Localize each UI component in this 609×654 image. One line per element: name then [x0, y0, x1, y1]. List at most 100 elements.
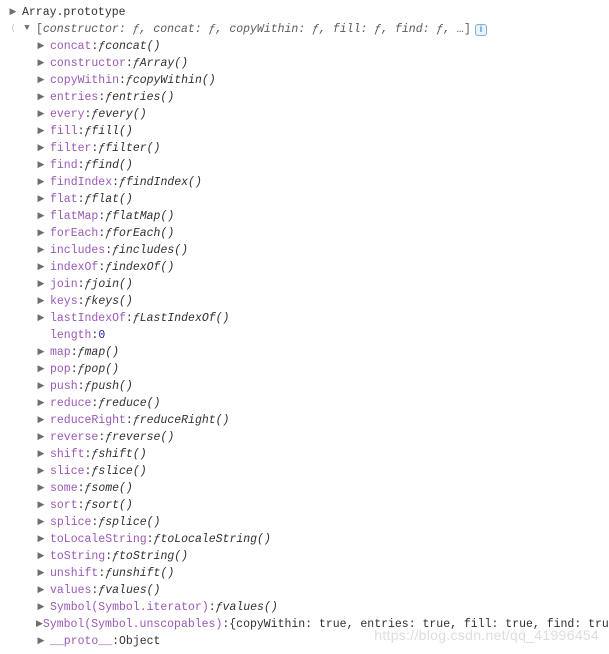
chevron-right-icon[interactable]: ▶ — [36, 412, 46, 429]
chevron-right-icon[interactable]: ▶ — [36, 293, 46, 310]
property-row-symbol[interactable]: ▶ Symbol(Symbol.iterator): ƒ values() — [8, 599, 601, 616]
chevron-right-icon[interactable]: ▶ — [36, 565, 46, 582]
chevron-right-icon[interactable]: ▶ — [36, 55, 46, 72]
property-row[interactable]: ▶ fill: ƒ fill() — [8, 123, 601, 140]
chevron-right-icon[interactable]: ▶ — [36, 378, 46, 395]
function-glyph: ƒ — [133, 310, 140, 327]
function-glyph: ƒ — [91, 106, 98, 123]
property-value: 0 — [98, 327, 105, 344]
chevron-right-icon[interactable]: ▶ — [36, 259, 46, 276]
chevron-right-icon[interactable]: ▶ — [36, 395, 46, 412]
property-row[interactable]: ▶ reverse: ƒ reverse() — [8, 429, 601, 446]
property-row[interactable]: ▶ pop: ƒ pop() — [8, 361, 601, 378]
chevron-right-icon[interactable]: ▶ — [36, 344, 46, 361]
property-row[interactable]: ▶ lastIndexOf: ƒ LastIndexOf() — [8, 310, 601, 327]
property-row[interactable]: ▶ forEach: ƒ forEach() — [8, 225, 601, 242]
chevron-right-icon[interactable]: ▶ — [36, 140, 46, 157]
chevron-right-icon[interactable]: ▶ — [36, 276, 46, 293]
function-signature: concat() — [105, 38, 160, 55]
function-glyph: ƒ — [85, 191, 92, 208]
function-signature: splice() — [105, 514, 160, 531]
property-row[interactable]: ▶ some: ƒ some() — [8, 480, 601, 497]
property-key: constructor — [50, 55, 126, 72]
property-row[interactable]: ▶ findIndex: ƒ findIndex() — [8, 174, 601, 191]
chevron-right-icon[interactable]: ▶ — [36, 106, 46, 123]
info-icon[interactable]: i — [475, 24, 487, 36]
function-glyph: ƒ — [98, 514, 105, 531]
function-signature: Array() — [140, 55, 188, 72]
property-row[interactable]: ▶ find: ƒ find() — [8, 157, 601, 174]
property-key: forEach — [50, 225, 98, 242]
property-key: Symbol(Symbol.iterator) — [50, 599, 209, 616]
property-row[interactable]: ▶ reduceRight: ƒ reduceRight() — [8, 412, 601, 429]
property-row[interactable]: ▶ keys: ƒ keys() — [8, 293, 601, 310]
chevron-right-icon[interactable]: ▶ — [36, 599, 46, 616]
function-glyph: ƒ — [105, 208, 112, 225]
chevron-right-icon[interactable]: ▶ — [36, 531, 46, 548]
property-row[interactable]: ▶ map: ƒ map() — [8, 344, 601, 361]
property-row[interactable]: ▶ flatMap: ƒ flatMap() — [8, 208, 601, 225]
property-row[interactable]: ▶ constructor: ƒ Array() — [8, 55, 601, 72]
property-row[interactable]: ▶ entries: ƒ entries() — [8, 89, 601, 106]
chevron-right-icon[interactable]: ▶ — [36, 242, 46, 259]
function-signature: LastIndexOf() — [140, 310, 230, 327]
property-key: every — [50, 106, 85, 123]
chevron-right-icon[interactable]: ▶ — [36, 548, 46, 565]
function-signature: slice() — [98, 463, 146, 480]
function-signature: toString() — [119, 548, 188, 565]
chevron-right-icon[interactable]: ▶ — [36, 361, 46, 378]
object-properties-list: ▶ concat: ƒ concat() ▶ constructor: ƒ Ar… — [8, 38, 601, 650]
chevron-right-icon[interactable]: ▶ — [36, 123, 46, 140]
chevron-right-icon[interactable]: ▶ — [36, 38, 46, 55]
property-row[interactable]: ▶ filter: ƒ filter() — [8, 140, 601, 157]
chevron-right-icon[interactable]: ▶ — [36, 191, 46, 208]
function-glyph: ƒ — [105, 259, 112, 276]
property-row[interactable]: ▶ slice: ƒ slice() — [8, 463, 601, 480]
chevron-right-icon[interactable]: ▶ — [36, 429, 46, 446]
chevron-right-icon[interactable]: ▶ — [36, 225, 46, 242]
property-key: flatMap — [50, 208, 98, 225]
function-glyph: ƒ — [85, 293, 92, 310]
chevron-down-icon[interactable]: ▼ — [22, 20, 32, 37]
property-key: concat — [50, 38, 91, 55]
property-key: slice — [50, 463, 85, 480]
function-signature: flat() — [91, 191, 132, 208]
function-signature: findIndex() — [126, 174, 202, 191]
chevron-right-icon[interactable]: ▶ — [36, 208, 46, 225]
chevron-right-icon[interactable]: ▶ — [36, 157, 46, 174]
property-row[interactable]: ▶ concat: ƒ concat() — [8, 38, 601, 55]
function-signature: reverse() — [112, 429, 174, 446]
property-key: sort — [50, 497, 78, 514]
property-row[interactable]: ▶ toLocaleString: ƒ toLocaleString() — [8, 531, 601, 548]
property-row[interactable]: ▶ join: ƒ join() — [8, 276, 601, 293]
chevron-right-icon[interactable]: ▶ — [36, 446, 46, 463]
property-row[interactable]: ▶ unshift: ƒ unshift() — [8, 565, 601, 582]
chevron-right-icon[interactable]: ▶ — [36, 633, 46, 650]
chevron-right-icon[interactable]: ▶ — [36, 582, 46, 599]
property-row[interactable]: ▶ indexOf: ƒ indexOf() — [8, 259, 601, 276]
property-row[interactable]: ▶ splice: ƒ splice() — [8, 514, 601, 531]
property-row[interactable]: ▶ values: ƒ values() — [8, 582, 601, 599]
property-row[interactable]: ▶ toString: ƒ toString() — [8, 548, 601, 565]
function-glyph: ƒ — [126, 72, 133, 89]
chevron-right-icon[interactable]: ▶ — [36, 514, 46, 531]
property-key: push — [50, 378, 78, 395]
chevron-right-icon[interactable]: ▶ — [36, 72, 46, 89]
property-row[interactable]: ▶ reduce: ƒ reduce() — [8, 395, 601, 412]
property-row[interactable]: ▶ push: ƒ push() — [8, 378, 601, 395]
chevron-right-icon[interactable]: ▶ — [36, 497, 46, 514]
property-row[interactable]: ▶ copyWithin: ƒ copyWithin() — [8, 72, 601, 89]
property-row[interactable]: ▶ flat: ƒ flat() — [8, 191, 601, 208]
property-row[interactable]: ▶ sort: ƒ sort() — [8, 497, 601, 514]
property-row[interactable]: ▶ every: ƒ every() — [8, 106, 601, 123]
chevron-right-icon[interactable]: ▶ — [36, 463, 46, 480]
function-signature: reduceRight() — [140, 412, 230, 429]
chevron-right-icon[interactable]: ▶ — [36, 310, 46, 327]
property-row[interactable]: ▶ shift: ƒ shift() — [8, 446, 601, 463]
chevron-right-icon[interactable]: ▶ — [36, 174, 46, 191]
chevron-right-icon[interactable]: ▶ — [36, 480, 46, 497]
function-signature: forEach() — [112, 225, 174, 242]
console-output-row[interactable]: ⟨ ▼ [constructor: ƒ, concat: ƒ, copyWith… — [8, 21, 601, 38]
chevron-right-icon[interactable]: ▶ — [36, 89, 46, 106]
property-row[interactable]: ▶ includes: ƒ includes() — [8, 242, 601, 259]
